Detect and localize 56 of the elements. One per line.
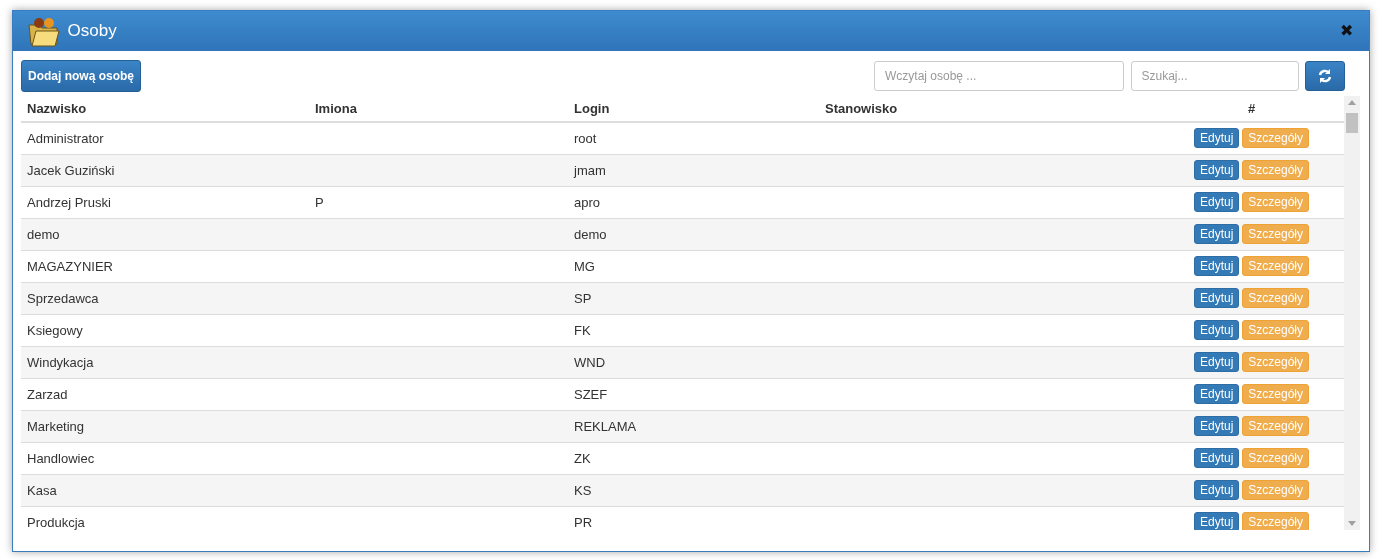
table-cell: Kasa xyxy=(27,482,57,498)
add-person-button[interactable]: Dodaj nową osobę xyxy=(21,60,141,92)
folder-people-icon xyxy=(27,15,61,47)
edit-button[interactable]: Edytuj xyxy=(1193,319,1240,341)
column-header: Stanowisko xyxy=(825,100,898,116)
refresh-button[interactable] xyxy=(1305,61,1345,91)
table-cell: Handlowiec xyxy=(27,450,95,466)
table-cell: Andrzej Pruski xyxy=(27,194,111,210)
edit-button[interactable]: Edytuj xyxy=(1193,287,1240,309)
table-cell: Marketing xyxy=(27,418,85,434)
close-button[interactable]: ✖ xyxy=(1336,23,1357,39)
table-cell: apro xyxy=(574,194,601,210)
table-cell: WND xyxy=(574,354,606,370)
table-cell: PR xyxy=(574,514,593,530)
table-cell: REKLAMA xyxy=(574,418,637,434)
scroll-up-icon[interactable] xyxy=(1348,100,1356,105)
edit-button[interactable]: Edytuj xyxy=(1193,351,1240,373)
table-cell: Ksiegowy xyxy=(27,322,83,338)
table-cell: KS xyxy=(574,482,592,498)
edit-button[interactable]: Edytuj xyxy=(1193,255,1240,277)
table-cell: SP xyxy=(574,290,592,306)
table-cell: root xyxy=(574,130,597,146)
scroll-down-icon[interactable] xyxy=(1348,521,1356,526)
table-cell: Administrator xyxy=(27,130,104,146)
table-cell: MG xyxy=(574,258,595,274)
table-cell: ZK xyxy=(574,450,591,466)
table-cell: demo xyxy=(574,226,607,242)
edit-button[interactable]: Edytuj xyxy=(1193,159,1240,181)
table-cell: P xyxy=(315,194,324,210)
load-person-field[interactable]: Wczytaj osobę ... xyxy=(874,61,1124,91)
table-cell: Windykacja xyxy=(27,354,94,370)
edit-button[interactable]: Edytuj xyxy=(1193,479,1240,501)
table-cell: Produkcja xyxy=(27,514,85,530)
table-cell: FK xyxy=(574,322,591,338)
table-cell: jmam xyxy=(574,162,606,178)
scroll-thumb[interactable] xyxy=(1346,113,1358,133)
column-header: Login xyxy=(574,100,610,116)
edit-button[interactable]: Edytuj xyxy=(1193,447,1240,469)
table-cell: demo xyxy=(27,226,60,242)
edit-button[interactable]: Edytuj xyxy=(1193,512,1240,530)
edit-button[interactable]: Edytuj xyxy=(1193,128,1240,149)
table-cell: MAGAZYNIER xyxy=(27,258,113,274)
table-cell: Sprzedawca xyxy=(27,290,99,306)
column-header: Nazwisko xyxy=(27,100,87,116)
refresh-icon xyxy=(1317,68,1333,84)
search-field[interactable]: Szukaj... xyxy=(1130,61,1299,91)
column-header: # xyxy=(1247,100,1256,116)
edit-button[interactable]: Edytuj xyxy=(1193,223,1240,245)
column-header: Imiona xyxy=(315,100,357,116)
edit-button[interactable]: Edytuj xyxy=(1193,383,1240,405)
table-cell: Jacek Guziński xyxy=(27,162,115,178)
window-title: Osoby xyxy=(67,20,117,43)
edit-button[interactable]: Edytuj xyxy=(1193,415,1240,437)
edit-button[interactable]: Edytuj xyxy=(1193,191,1240,213)
table-cell: SZEF xyxy=(574,386,608,402)
table-cell: Zarzad xyxy=(27,386,68,402)
